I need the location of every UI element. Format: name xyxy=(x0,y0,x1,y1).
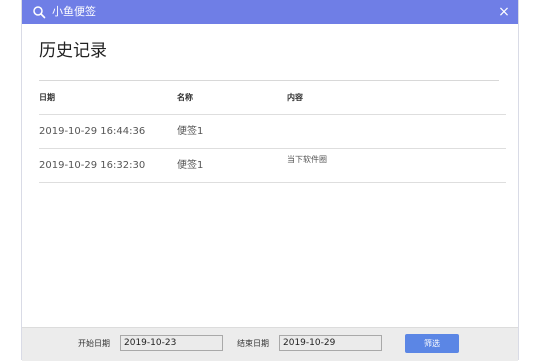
start-date-label: 开始日期 xyxy=(78,339,110,348)
search-icon xyxy=(33,6,46,19)
history-window: 小鱼便签 × 历史记录 日期 名称 内容 2019-10-29 16:44:36… xyxy=(21,0,519,361)
column-header-content: 内容 xyxy=(287,93,303,102)
title-bar[interactable]: 小鱼便签 × xyxy=(22,0,518,24)
divider xyxy=(39,80,499,81)
column-header-date: 日期 xyxy=(39,93,55,102)
filter-bar: 开始日期 结束日期 筛选 xyxy=(22,327,518,361)
start-date-input[interactable] xyxy=(120,335,223,351)
row-divider xyxy=(39,182,506,183)
row-name: 便签1 xyxy=(177,160,204,171)
page-title: 历史记录 xyxy=(39,41,107,61)
window-title: 小鱼便签 xyxy=(52,5,96,18)
end-date-label: 结束日期 xyxy=(237,339,269,348)
close-button[interactable]: × xyxy=(496,4,512,20)
row-divider xyxy=(39,114,506,115)
close-icon: × xyxy=(498,4,510,20)
end-date-input[interactable] xyxy=(279,335,382,351)
column-header-name: 名称 xyxy=(177,93,193,102)
row-date: 2019-10-29 16:44:36 xyxy=(39,126,146,137)
filter-button[interactable]: 筛选 xyxy=(405,334,459,353)
row-date: 2019-10-29 16:32:30 xyxy=(39,160,146,171)
row-name: 便签1 xyxy=(177,126,204,137)
row-divider xyxy=(39,148,506,149)
row-content: 当下软件圈 xyxy=(287,155,327,164)
